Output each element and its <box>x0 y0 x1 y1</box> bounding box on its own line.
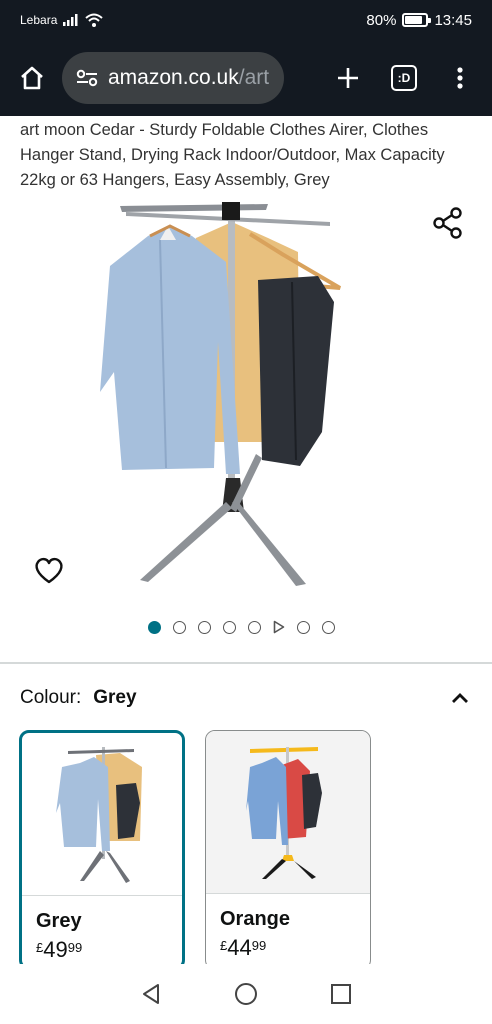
carousel-dot[interactable] <box>248 620 261 634</box>
clock: 13:45 <box>434 11 472 29</box>
price-whole: 44 <box>227 935 252 960</box>
url-path: /art <box>238 66 270 89</box>
recents-icon[interactable] <box>330 983 352 1005</box>
colour-option-name: Orange <box>220 908 291 930</box>
more-vertical-icon <box>457 67 463 89</box>
browser-toolbar: amazon.co.uk/art :D <box>0 40 492 116</box>
price-cents: 99 <box>67 940 83 955</box>
colour-option-grey[interactable]: Grey £49 99 <box>19 730 185 970</box>
price-currency: £ <box>36 940 44 955</box>
battery-percent: 80% <box>366 11 397 29</box>
price-whole: 49 <box>43 937 68 962</box>
address-bar[interactable]: amazon.co.uk/art <box>62 52 284 104</box>
clothes-airer-image <box>100 202 342 586</box>
status-bar: Lebara 80% 13:45 <box>0 0 492 40</box>
site-settings-icon <box>76 69 98 87</box>
orange-variant-thumbnail <box>206 731 370 894</box>
carousel-dot[interactable] <box>322 620 335 634</box>
back-icon[interactable] <box>140 982 162 1006</box>
price-cents: 99 <box>251 938 267 953</box>
heart-icon <box>35 557 63 584</box>
video-play-icon[interactable] <box>273 620 285 634</box>
product-title[interactable]: art moon Cedar - Sturdy Foldable Clothes… <box>20 118 480 193</box>
carousel-indicators[interactable] <box>148 620 335 634</box>
colour-label: Colour: <box>20 687 82 708</box>
new-tab-button[interactable] <box>330 60 366 96</box>
share-button[interactable] <box>432 206 464 245</box>
price-currency: £ <box>220 938 228 953</box>
home-icon <box>21 66 43 90</box>
tab-switcher-icon: :D <box>391 65 417 91</box>
colour-selected-value: Grey <box>93 687 137 708</box>
section-divider <box>0 662 492 664</box>
battery-icon <box>402 13 432 27</box>
wishlist-button[interactable] <box>34 556 64 589</box>
carousel-dot[interactable] <box>173 620 186 634</box>
wifi-icon <box>85 13 104 27</box>
plus-icon <box>338 68 358 88</box>
colour-option-price: £44 99 <box>220 935 370 961</box>
carousel-dot[interactable] <box>223 620 236 634</box>
chevron-up-icon[interactable] <box>450 691 470 705</box>
product-image[interactable] <box>0 192 492 602</box>
carousel-dot[interactable] <box>198 620 211 634</box>
share-icon <box>433 207 462 239</box>
tab-switcher-button[interactable]: :D <box>386 60 422 96</box>
home-circle-icon[interactable] <box>234 982 258 1006</box>
carousel-dot-active[interactable] <box>148 620 161 634</box>
colour-option-name: Grey <box>36 910 82 932</box>
colour-selector-header[interactable]: Colour: Grey <box>20 684 470 712</box>
url-domain: amazon.co.uk <box>108 66 239 89</box>
system-nav-bar <box>0 964 492 1024</box>
signal-icon <box>63 14 78 26</box>
colour-option-orange[interactable]: Orange £44 99 <box>205 730 371 970</box>
browser-menu-button[interactable] <box>442 60 478 96</box>
grey-variant-thumbnail <box>22 733 182 896</box>
home-button[interactable] <box>14 60 50 96</box>
carousel-dot[interactable] <box>297 620 310 634</box>
carrier-name: Lebara <box>20 13 58 27</box>
colour-option-price: £49 99 <box>36 937 182 963</box>
